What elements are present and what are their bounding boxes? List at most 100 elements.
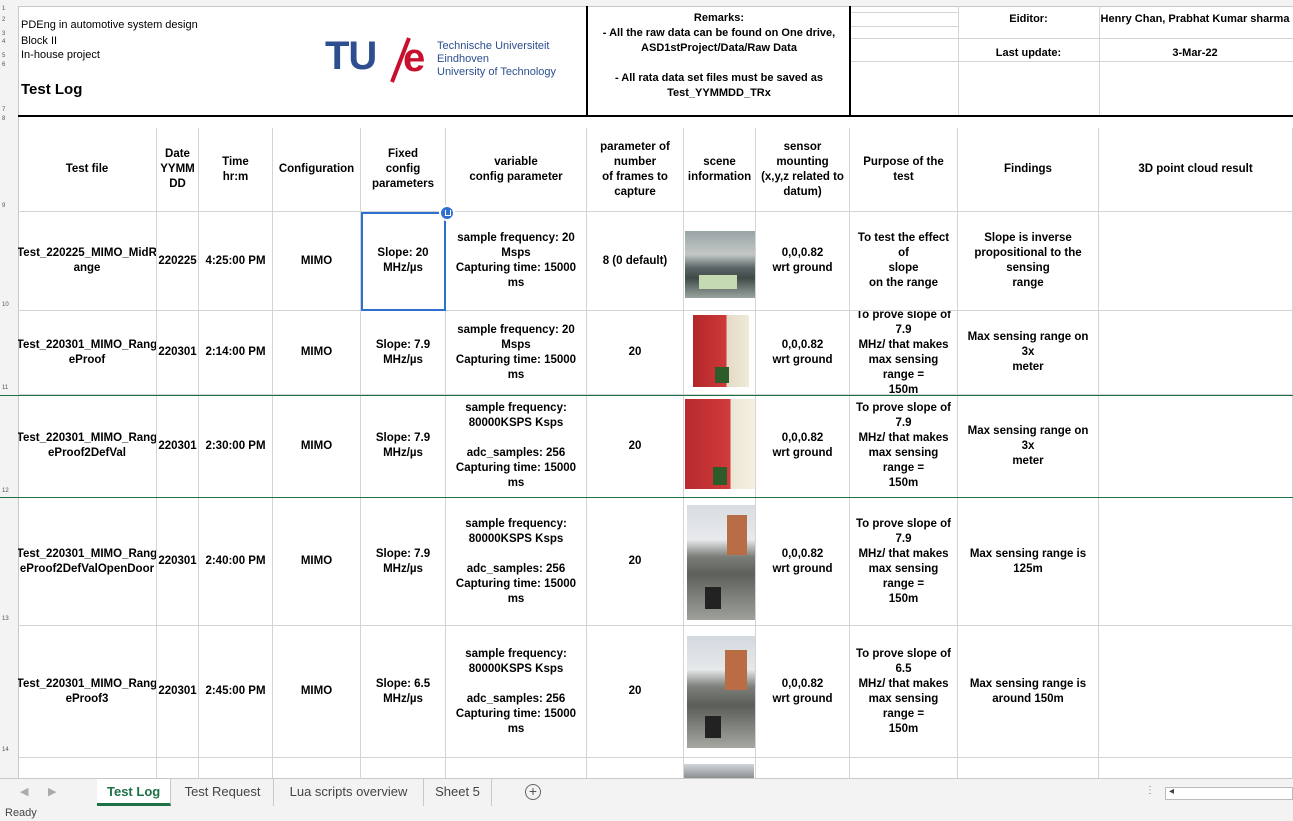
- cell-point-cloud[interactable]: [1099, 626, 1293, 758]
- col-header-configuration[interactable]: Configuration: [273, 128, 361, 212]
- tab-sheet-5[interactable]: Sheet 5: [424, 779, 492, 806]
- cell-variable-config[interactable]: sample frequency: 80000KSPS Ksps adc_sam…: [446, 395, 587, 498]
- cell-mounting[interactable]: 0,0,0.82 wrt ground: [756, 395, 850, 498]
- cell-fixed-config[interactable]: Slope: 6.5 MHz/µs: [361, 626, 446, 758]
- add-sheet-icon[interactable]: +: [525, 784, 541, 800]
- cell-frames[interactable]: 8 (0 default): [587, 212, 684, 311]
- cell-findings[interactable]: Max sensing range on 3x meter: [958, 311, 1099, 395]
- cell-purpose[interactable]: To prove slope of 7.9 MHz/ that makes ma…: [850, 498, 958, 626]
- cell-configuration[interactable]: MIMO: [273, 395, 361, 498]
- col-header-findings[interactable]: Findings: [958, 128, 1099, 212]
- cell-empty[interactable]: [157, 758, 199, 778]
- cell-purpose[interactable]: To prove slope of 7.9 MHz/ that makes ma…: [850, 311, 958, 395]
- last-update-value[interactable]: 3-Mar-22: [1100, 46, 1290, 61]
- cell-test-file[interactable]: Test_220301_MIMO_Rang eProof2DefValOpenD…: [18, 498, 157, 626]
- cell-point-cloud[interactable]: [1099, 498, 1293, 626]
- cell-configuration[interactable]: MIMO: [273, 311, 361, 395]
- col-header-frames[interactable]: parameter of number of frames to capture: [587, 128, 684, 212]
- row-number[interactable]: 14: [2, 747, 9, 753]
- cell-test-file[interactable]: Test_220225_MIMO_MidR ange: [18, 212, 157, 311]
- cell-variable-config[interactable]: sample frequency: 80000KSPS Ksps adc_sam…: [446, 498, 587, 626]
- last-update-label[interactable]: Last update:: [958, 46, 1099, 61]
- cell-mounting[interactable]: 0,0,0.82 wrt ground: [756, 498, 850, 626]
- cell-findings[interactable]: Max sensing range is around 150m: [958, 626, 1099, 758]
- cell-empty[interactable]: [587, 758, 684, 778]
- cell-findings[interactable]: Max sensing range on 3x meter: [958, 395, 1099, 498]
- cell-empty[interactable]: [273, 758, 361, 778]
- col-header-point-cloud[interactable]: 3D point cloud result: [1099, 128, 1293, 212]
- scene-photo-red-door[interactable]: [693, 315, 749, 387]
- col-header-variable-config[interactable]: variable config parameter: [446, 128, 587, 212]
- row-number[interactable]: 4: [2, 39, 5, 45]
- row-number[interactable]: 9: [2, 203, 5, 209]
- cell-variable-config[interactable]: sample frequency: 20 Msps Capturing time…: [446, 212, 587, 311]
- cell-point-cloud[interactable]: [1099, 311, 1293, 395]
- quick-analysis-icon[interactable]: [439, 205, 455, 221]
- cell-time[interactable]: 2:45:00 PM: [199, 626, 273, 758]
- more-options-icon[interactable]: ⋮: [1145, 785, 1155, 796]
- cell-date[interactable]: 220301: [157, 626, 199, 758]
- cell-empty[interactable]: [850, 758, 958, 778]
- cell-mounting[interactable]: 0,0,0.82 wrt ground: [756, 212, 850, 311]
- cell-mounting[interactable]: 0,0,0.82 wrt ground: [756, 626, 850, 758]
- col-header-scene[interactable]: scene information: [684, 128, 756, 212]
- cell-findings[interactable]: Slope is inverse propositional to the se…: [958, 212, 1099, 311]
- cell-frames[interactable]: 20: [587, 498, 684, 626]
- col-header-date[interactable]: Date YYMM DD: [157, 128, 199, 212]
- col-header-mounting[interactable]: sensor mounting (x,y,z related to datum): [756, 128, 850, 212]
- cell-date[interactable]: 220301: [157, 395, 199, 498]
- horizontal-scrollbar[interactable]: ◂: [1165, 786, 1293, 800]
- scene-photo-red-door[interactable]: [685, 399, 755, 489]
- row-number[interactable]: 11: [2, 385, 8, 391]
- next-sheet-icon[interactable]: ▶: [48, 785, 56, 798]
- cell-point-cloud[interactable]: [1099, 212, 1293, 311]
- cell-time[interactable]: 2:30:00 PM: [199, 395, 273, 498]
- cell-configuration[interactable]: MIMO: [273, 212, 361, 311]
- col-header-time[interactable]: Time hr:m: [199, 128, 273, 212]
- col-header-test-file[interactable]: Test file: [18, 128, 157, 212]
- cell-empty[interactable]: [756, 758, 850, 778]
- row-number[interactable]: 5: [2, 53, 5, 59]
- cell-frames[interactable]: 20: [587, 395, 684, 498]
- cell-fixed-config[interactable]: Slope: 7.9 MHz/µs: [361, 498, 446, 626]
- cell-configuration[interactable]: MIMO: [273, 626, 361, 758]
- row-number[interactable]: 6: [2, 62, 5, 68]
- cell-fixed-config[interactable]: Slope: 7.9 MHz/µs: [361, 395, 446, 498]
- cell-frames[interactable]: 20: [587, 626, 684, 758]
- scroll-left-icon[interactable]: ◂: [1169, 786, 1174, 797]
- row-number[interactable]: 2: [2, 17, 5, 23]
- cell-variable-config[interactable]: sample frequency: 20 Msps Capturing time…: [446, 311, 587, 395]
- cell-variable-config[interactable]: sample frequency: 80000KSPS Ksps adc_sam…: [446, 626, 587, 758]
- spreadsheet-grid[interactable]: 1 2 3 4 5 6 7 8 9 10 11 12 13 14 PDEng i…: [0, 0, 1293, 778]
- scene-photo-partial[interactable]: [684, 764, 754, 778]
- row-number[interactable]: 8: [2, 116, 5, 122]
- cell-empty[interactable]: [958, 758, 1099, 778]
- cell-frames[interactable]: 20: [587, 311, 684, 395]
- tab-test-request[interactable]: Test Request: [172, 779, 274, 806]
- cell-empty[interactable]: [1099, 758, 1293, 778]
- cell-purpose[interactable]: To prove slope of 7.9 MHz/ that makes ma…: [850, 395, 958, 498]
- cell-empty[interactable]: [18, 758, 157, 778]
- cell-date[interactable]: 220301: [157, 498, 199, 626]
- row-number[interactable]: 10: [2, 302, 9, 308]
- cell-time[interactable]: 4:25:00 PM: [199, 212, 273, 311]
- cell-purpose[interactable]: To prove slope of 6.5 MHz/ that makes ma…: [850, 626, 958, 758]
- col-header-purpose[interactable]: Purpose of the test: [850, 128, 958, 212]
- row-number[interactable]: 13: [2, 616, 9, 622]
- scene-photo-outdoor-building[interactable]: [687, 505, 755, 620]
- cell-purpose[interactable]: To test the effect of slope on the range: [850, 212, 958, 311]
- cell-mounting[interactable]: 0,0,0.82 wrt ground: [756, 311, 850, 395]
- cell-findings[interactable]: Max sensing range is 125m: [958, 498, 1099, 626]
- scene-photo-parking-lot[interactable]: [685, 231, 755, 298]
- cell-point-cloud[interactable]: [1099, 395, 1293, 498]
- row-number[interactable]: 12: [2, 488, 9, 494]
- row-number[interactable]: 7: [2, 107, 5, 113]
- editor-label[interactable]: Eiditor:: [958, 12, 1099, 27]
- cell-empty[interactable]: [446, 758, 587, 778]
- col-header-fixed-config[interactable]: Fixed config parameters: [361, 128, 446, 212]
- editor-value[interactable]: Henry Chan, Prabhat Kumar sharma: [1100, 12, 1290, 27]
- cell-time[interactable]: 2:40:00 PM: [199, 498, 273, 626]
- tab-lua-scripts-overview[interactable]: Lua scripts overview: [274, 779, 424, 806]
- cell-date[interactable]: 220225: [157, 212, 199, 311]
- cell-empty[interactable]: [361, 758, 446, 778]
